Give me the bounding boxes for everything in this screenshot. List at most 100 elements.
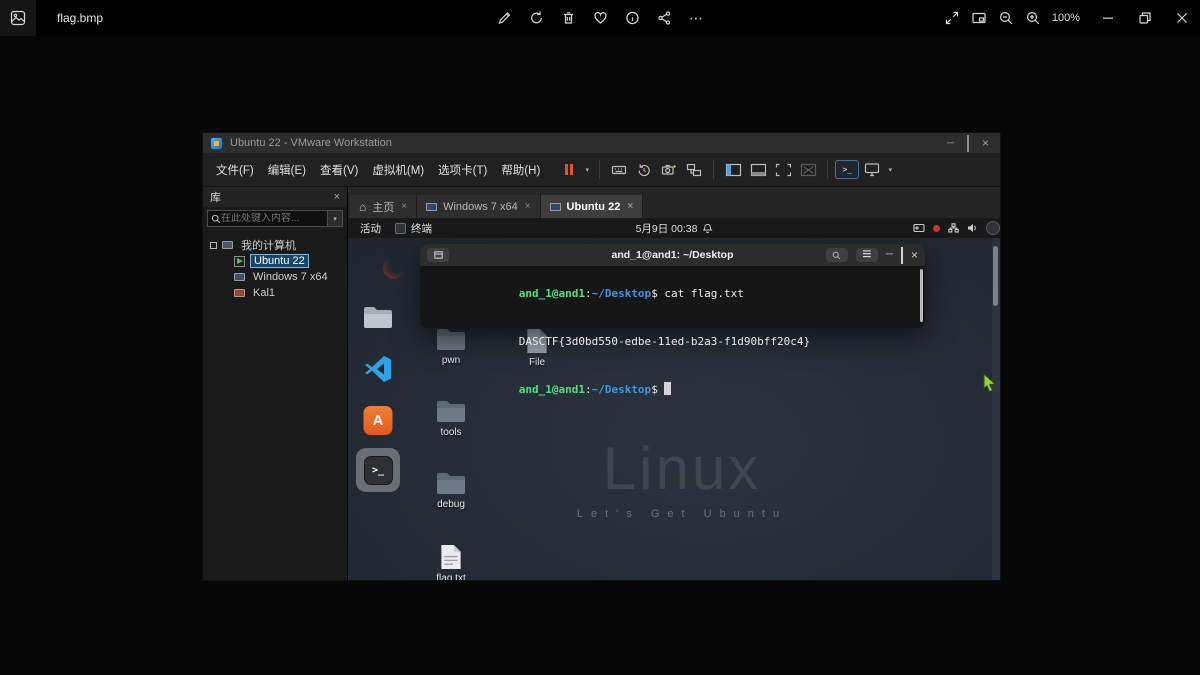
- tree-node-my-computer[interactable]: 我的计算机: [210, 237, 347, 253]
- menu-help[interactable]: 帮助(H): [494, 158, 547, 182]
- console-view-button[interactable]: >_: [835, 160, 860, 179]
- terminal-tab-button[interactable]: [427, 248, 449, 262]
- show-library-toggle[interactable]: [721, 158, 745, 182]
- terminal-minimize-button[interactable]: ─: [886, 250, 893, 260]
- terminal-menu-button[interactable]: ≡: [855, 246, 878, 263]
- enter-fullscreen-button[interactable]: [860, 158, 884, 182]
- desktop-icon-flag-txt[interactable]: flag.txt: [419, 544, 483, 580]
- scrollbar-thumb[interactable]: [993, 246, 998, 306]
- menu-file[interactable]: 文件(F): [209, 158, 261, 182]
- terminal-search-button[interactable]: [825, 248, 848, 262]
- tab-close-icon[interactable]: ×: [627, 201, 633, 212]
- take-snapshot-button[interactable]: [657, 158, 681, 182]
- minimize-button[interactable]: [1089, 0, 1126, 36]
- menu-vm[interactable]: 虚拟机(M): [365, 158, 431, 182]
- tree-node-kal1[interactable]: Kal1: [210, 285, 347, 301]
- vm-name-label: Windows 7 x64: [253, 271, 328, 283]
- tab-close-icon[interactable]: ×: [401, 201, 407, 212]
- terminal-close-button[interactable]: ×: [911, 249, 918, 261]
- focused-app-menu[interactable]: 终端: [395, 221, 432, 236]
- library-search[interactable]: ▾: [207, 210, 343, 227]
- terminal-titlebar[interactable]: and_1@and1: ~/Desktop ≡ ─ ×: [420, 244, 925, 266]
- terminal-scrollbar[interactable]: [920, 269, 923, 322]
- minimize-icon: ─: [946, 137, 954, 149]
- tab-close-icon[interactable]: ×: [525, 201, 531, 212]
- system-tray[interactable]: [913, 221, 1000, 235]
- activities-button[interactable]: 活动: [360, 221, 381, 236]
- terminal-icon: >_: [363, 455, 393, 485]
- rotate-button[interactable]: [524, 6, 549, 31]
- volume-icon: [968, 224, 976, 232]
- vmware-logo-icon: [210, 136, 223, 150]
- fullscreen-mode-toggle[interactable]: [771, 158, 795, 182]
- ubuntu-desktop[interactable]: 活动 终端 5月9日 00:38 Linux Let's Get Ubuntu …: [348, 218, 1000, 580]
- fullscreen-button[interactable]: [939, 5, 966, 32]
- favorite-button[interactable]: [588, 6, 613, 31]
- terminal-app-icon: [395, 222, 406, 234]
- terminal-cursor: [664, 382, 672, 395]
- camera-icon: [662, 164, 677, 175]
- revert-snapshot-button[interactable]: [632, 158, 656, 182]
- show-thumbnail-bar-toggle[interactable]: [746, 158, 770, 182]
- watermark-subtitle: Let's Get Ubuntu: [576, 508, 788, 520]
- vscode-icon: [365, 356, 391, 382]
- vmware-close-button[interactable]: ×: [982, 136, 989, 150]
- console-scrollbar[interactable]: [992, 238, 1000, 580]
- terminal-window[interactable]: and_1@and1: ~/Desktop ≡ ─ × and_1@and1:~…: [420, 244, 925, 396]
- library-close-button[interactable]: ×: [334, 191, 340, 203]
- send-ctrl-alt-del-button[interactable]: [607, 158, 631, 182]
- info-button[interactable]: [620, 6, 645, 31]
- tab-ubuntu-22[interactable]: Ubuntu 22 ×: [540, 195, 644, 218]
- photos-app-icon[interactable]: [0, 0, 36, 36]
- vmware-maximize-button[interactable]: [966, 134, 969, 152]
- vm-tab-bar: ⌂ 主页 × Windows 7 x64 × Ubuntu 22 ×: [348, 187, 1000, 218]
- clock-menu[interactable]: 5月9日 00:38: [636, 221, 713, 236]
- active-app-highlight: >_: [356, 448, 400, 492]
- delete-button[interactable]: [556, 6, 581, 31]
- tree-node-windows-7[interactable]: Windows 7 x64: [210, 269, 347, 285]
- dock-files[interactable]: [363, 306, 393, 330]
- vm-icon: [234, 273, 245, 281]
- restore-button[interactable]: [1126, 0, 1163, 36]
- text-file-icon: [441, 544, 461, 570]
- photo-vmware-screenshot[interactable]: Ubuntu 22 - VMware Workstation ─ × 文件(F)…: [203, 133, 1000, 580]
- dock-ubuntu-software[interactable]: A: [363, 406, 393, 435]
- terminal-maximize-button[interactable]: [900, 246, 903, 264]
- tab-home[interactable]: ⌂ 主页 ×: [350, 195, 418, 218]
- folder-icon: [437, 473, 465, 494]
- share-button[interactable]: [652, 6, 677, 31]
- slideshow-button[interactable]: [966, 5, 993, 32]
- clock-revert-icon: [638, 163, 650, 176]
- tree-node-ubuntu-22[interactable]: Ubuntu 22: [210, 253, 347, 269]
- dock-terminal[interactable]: >_: [356, 448, 400, 492]
- chevron-down-icon: ▾: [585, 166, 590, 174]
- search-dropdown-button[interactable]: ▾: [327, 211, 342, 226]
- tab-windows-7[interactable]: Windows 7 x64 ×: [417, 195, 541, 218]
- menu-edit[interactable]: 编辑(E): [261, 158, 313, 182]
- clock-label: 5月9日 00:38: [635, 222, 698, 235]
- tree-expander-icon[interactable]: [210, 241, 217, 249]
- close-icon: ×: [981, 136, 989, 150]
- desktop-icon-debug[interactable]: debug: [419, 472, 483, 510]
- more-options-button[interactable]: ⋯: [684, 6, 709, 31]
- menu-tabs[interactable]: 选项卡(T): [431, 158, 494, 182]
- library-search-input[interactable]: [221, 213, 327, 224]
- suspend-vm-button[interactable]: [557, 158, 581, 182]
- minimize-icon: ─: [885, 249, 893, 260]
- edit-image-button[interactable]: [492, 6, 517, 31]
- terminal-output[interactable]: and_1@and1:~/Desktop$ cat flag.txt DASCT…: [420, 266, 925, 414]
- close-button[interactable]: [1163, 0, 1200, 36]
- zoom-out-icon: [1000, 11, 1013, 25]
- dock-vscode[interactable]: [363, 354, 393, 384]
- zoom-out-button[interactable]: [993, 5, 1020, 32]
- zoom-in-button[interactable]: [1020, 5, 1047, 32]
- network-icon: [948, 223, 959, 233]
- snapshot-manager-button[interactable]: [682, 158, 706, 182]
- unity-mode-toggle[interactable]: [796, 158, 820, 182]
- menu-view[interactable]: 查看(V): [313, 158, 365, 182]
- recording-indicator-icon: [933, 224, 940, 232]
- vmware-minimize-button[interactable]: ─: [947, 138, 954, 149]
- vm-tab-icon: [549, 202, 561, 211]
- fullscreen-dropdown[interactable]: ▾: [885, 166, 895, 174]
- power-dropdown[interactable]: ▾: [582, 166, 592, 174]
